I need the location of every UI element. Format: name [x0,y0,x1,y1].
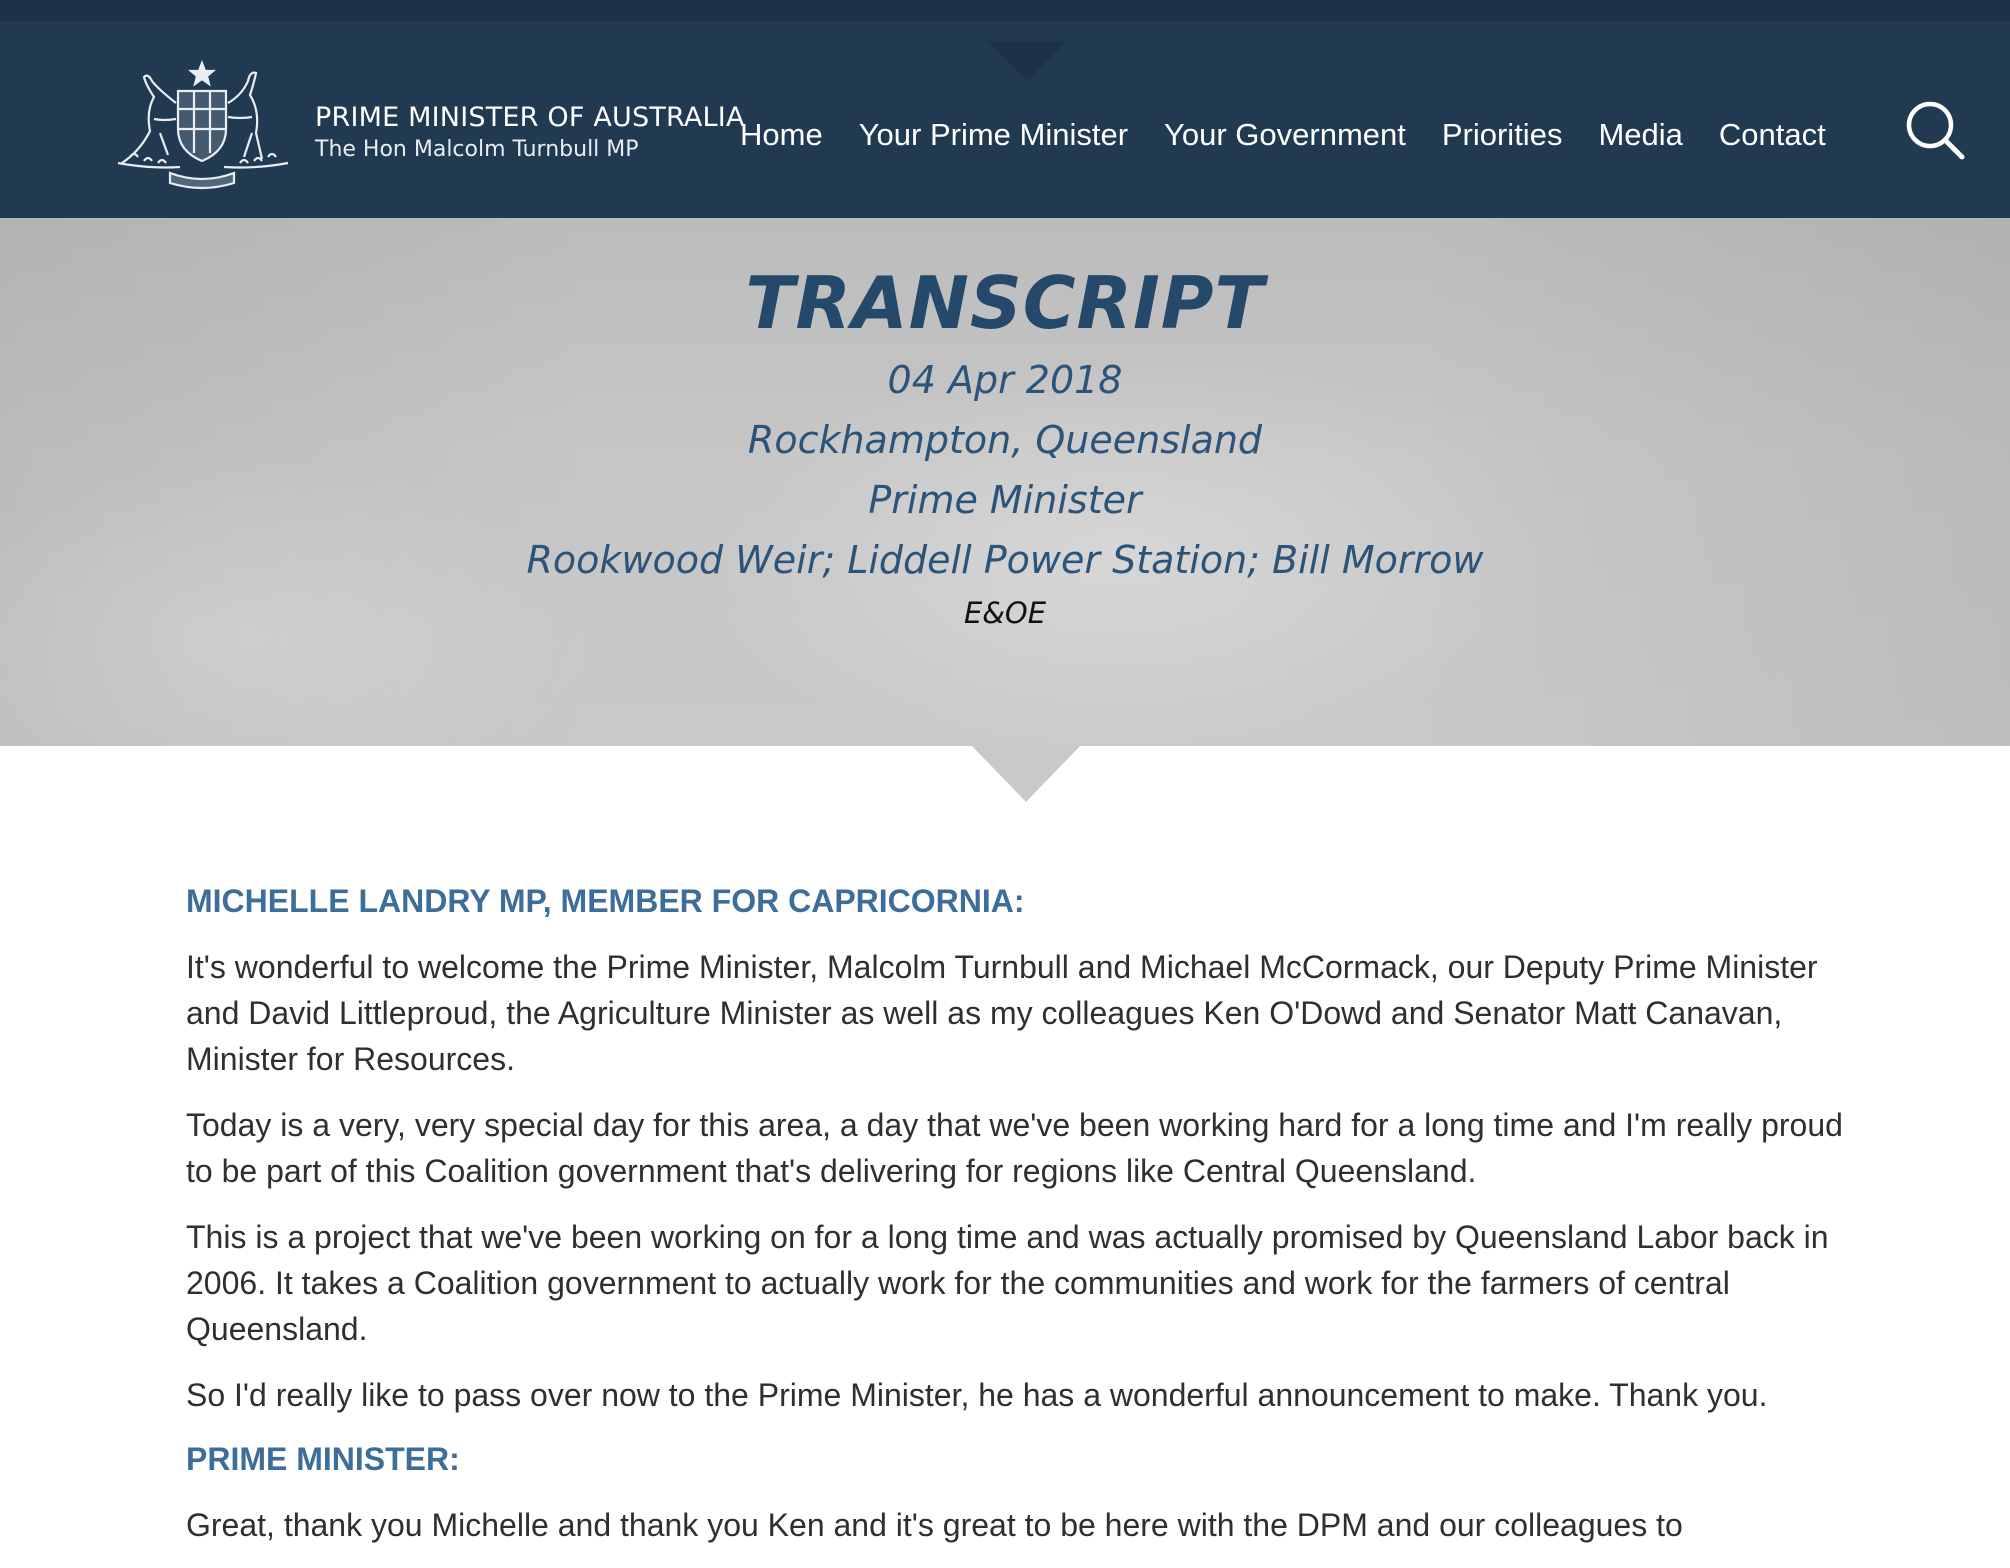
hero-notch [972,746,1080,802]
transcript-paragraph: This is a project that we've been workin… [186,1219,1829,1347]
transcript-paragraph: It's wonderful to welcome the Prime Mini… [186,949,1818,1077]
nav-priorities[interactable]: Priorities [1442,117,1563,153]
speaker-heading: MICHELLE LANDRY MP, MEMBER FOR CAPRICORN… [186,883,1025,919]
transcript-topics: Rookwood Weir; Liddell Power Station; Bi… [526,538,1484,582]
transcript-date: 04 Apr 2018 [887,358,1123,402]
brand-text: PRIME MINISTER OF AUSTRALIA The Hon Malc… [315,101,745,165]
speaker-heading: PRIME MINISTER: [186,1441,460,1477]
page-title: TRANSCRIPT [745,261,1265,345]
search-icon [1906,101,1965,160]
transcript-paragraph: So I'd really like to pass over now to t… [186,1377,1768,1413]
hero-content: TRANSCRIPT 04 Apr 2018 Rockhampton, Quee… [0,256,2010,636]
nav-your-government[interactable]: Your Government [1164,117,1406,153]
transcript-speaker: Prime Minister [868,478,1142,522]
nav-contact[interactable]: Contact [1719,117,1826,153]
eoe-disclaimer: E&OE [963,596,1047,630]
nav-your-prime-minister[interactable]: Your Prime Minister [859,117,1128,153]
header-notch [987,41,1067,81]
nav-home[interactable]: Home [740,117,823,153]
brand-subtitle: The Hon Malcolm Turnbull MP [315,137,639,162]
brand-title: PRIME MINISTER OF AUSTRALIA [315,102,745,133]
site-header: PRIME MINISTER OF AUSTRALIA The Hon Malc… [0,0,2010,218]
transcript-hero: TRANSCRIPT 04 Apr 2018 Rockhampton, Quee… [0,218,2010,746]
transcript-location: Rockhampton, Queensland [747,418,1263,462]
coat-of-arms-icon [117,59,289,190]
transcript-paragraph: Great, thank you Michelle and thank you … [186,1507,1683,1543]
search-button[interactable] [1904,99,1966,161]
brand-logo-link[interactable]: PRIME MINISTER OF AUSTRALIA The Hon Malc… [110,51,744,211]
transcript-paragraph: Today is a very, very special day for th… [186,1107,1843,1189]
nav-media[interactable]: Media [1598,117,1682,153]
transcript-body: MICHELLE LANDRY MP, MEMBER FOR CAPRICORN… [186,880,1846,1568]
main-nav: Home Your Prime Minister Your Government… [740,117,1826,153]
